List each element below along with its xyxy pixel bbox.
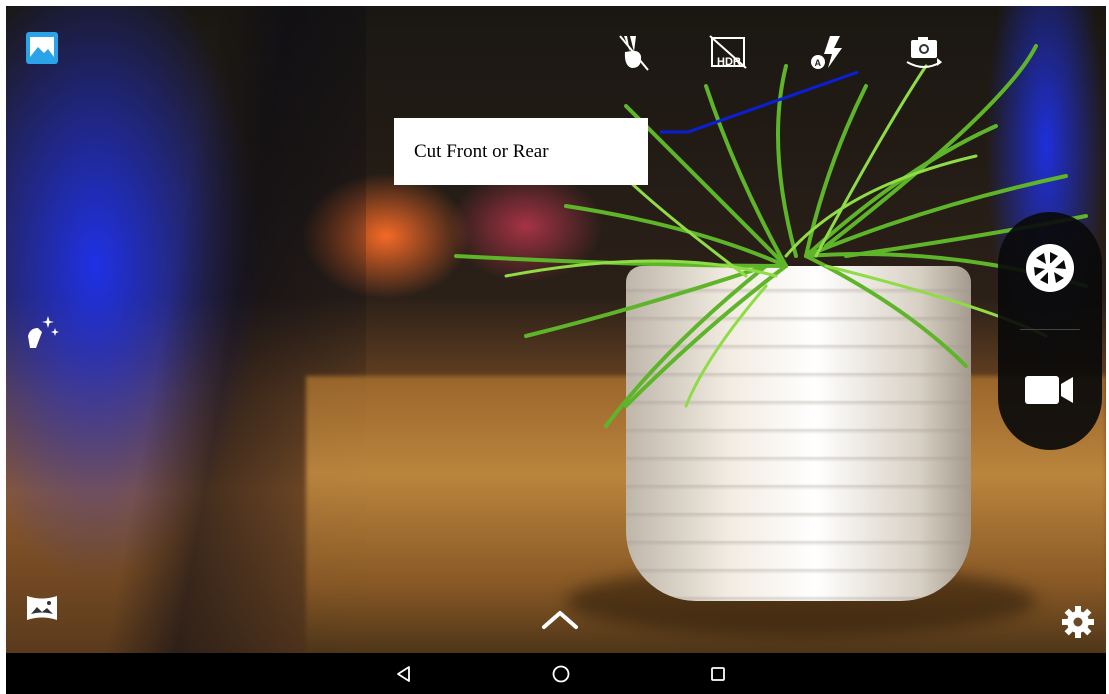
beauty-wand-icon <box>28 316 59 348</box>
gesture-shot-icon <box>619 35 649 71</box>
switch-camera-icon <box>906 37 942 68</box>
svg-text:HDR: HDR <box>717 56 741 68</box>
home-icon <box>552 665 570 683</box>
switch-camera-button[interactable] <box>902 30 946 74</box>
gesture-shot-button[interactable] <box>612 30 656 74</box>
photo-mode-button[interactable] <box>1020 238 1080 298</box>
settings-button[interactable] <box>1058 602 1098 642</box>
panorama-button[interactable] <box>22 588 62 628</box>
gallery-icon <box>26 32 58 64</box>
flash-mode-button[interactable]: A <box>806 30 850 74</box>
mode-divider <box>1020 329 1080 330</box>
hdr-toggle-button[interactable]: HDR <box>706 30 750 74</box>
shutter-aperture-icon <box>1026 244 1074 292</box>
video-mode-button[interactable] <box>1020 360 1080 420</box>
gallery-button[interactable] <box>22 28 62 68</box>
camera-viewfinder[interactable] <box>6 6 1106 653</box>
svg-text:A: A <box>815 58 822 68</box>
chevron-up-icon <box>542 611 578 629</box>
panorama-icon <box>27 596 57 620</box>
annotation-callout: Cut Front or Rear <box>394 118 648 185</box>
hdr-off-icon: HDR <box>709 35 747 69</box>
beauty-mode-button[interactable] <box>22 312 62 352</box>
back-icon <box>397 666 410 682</box>
mode-switcher <box>998 212 1102 450</box>
gear-icon <box>1062 606 1094 638</box>
plant-leaves <box>454 44 1088 428</box>
annotation-text: Cut Front or Rear <box>414 140 549 162</box>
expand-controls-button[interactable] <box>538 602 582 636</box>
video-camera-icon <box>1025 376 1073 404</box>
nav-recents-button[interactable] <box>702 659 734 689</box>
nav-home-button[interactable] <box>545 659 577 689</box>
nav-back-button[interactable] <box>388 659 420 689</box>
flash-auto-icon: A <box>811 36 842 69</box>
recents-icon <box>711 667 725 681</box>
system-nav-bar <box>6 653 1106 694</box>
